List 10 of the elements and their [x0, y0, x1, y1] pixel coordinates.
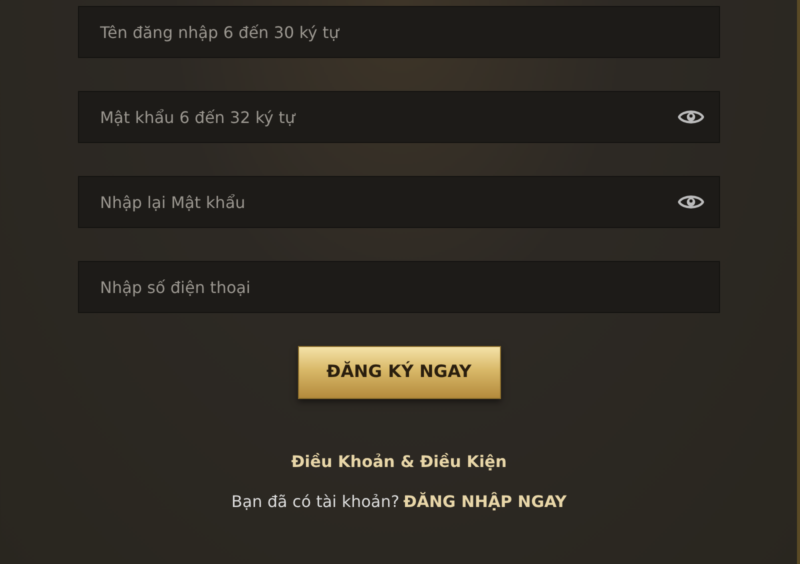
eye-icon[interactable] — [678, 109, 704, 125]
register-button[interactable]: ĐĂNG KÝ NGAY — [298, 346, 500, 399]
eye-icon[interactable] — [678, 194, 704, 210]
terms-link[interactable]: Điều Khoản & Điều Kiện — [291, 450, 507, 474]
login-link[interactable]: ĐĂNG NHẬP NGAY — [403, 490, 567, 514]
input-field[interactable]: Tên đăng nhập 6 đến 30 ký tự — [78, 6, 720, 58]
input-field[interactable]: Mật khẩu 6 đến 32 ký tự — [78, 91, 720, 143]
input-field[interactable]: Nhập số điện thoại — [78, 261, 720, 313]
input-field[interactable]: Nhập lại Mật khẩu — [78, 176, 720, 228]
login-prompt: Bạn đã có tài khoản? — [231, 491, 400, 513]
